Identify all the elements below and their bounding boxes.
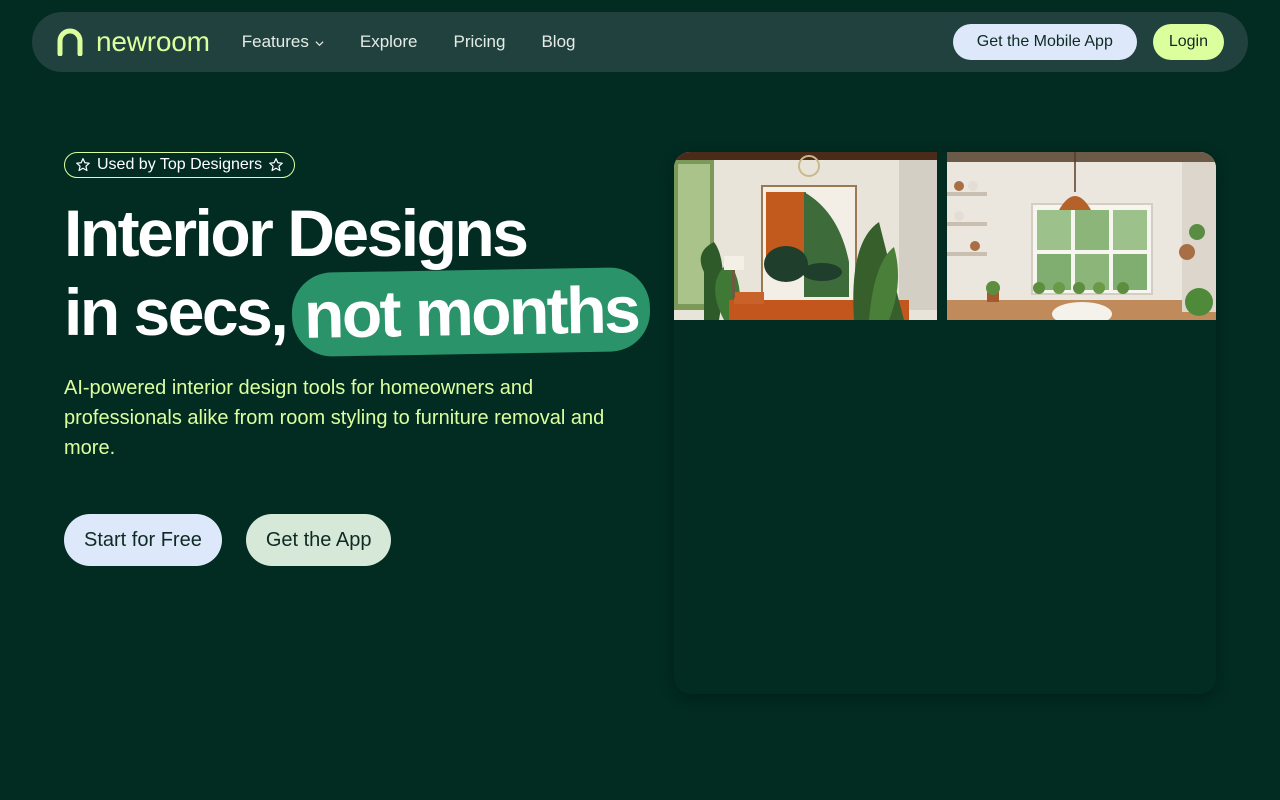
headline-line-2: in secs, not months <box>64 266 652 358</box>
nav-actions: Get the Mobile App Login <box>952 24 1224 60</box>
headline-highlight: not months <box>291 266 652 358</box>
badge-label: Used by Top Designers <box>97 156 263 173</box>
nav-item-explore[interactable]: Explore <box>360 32 418 52</box>
headline-line-1: Interior Designs <box>64 196 529 270</box>
top-designers-badge: Used by Top Designers <box>64 152 296 178</box>
hero-headline: Interior Designs in secs, not months <box>64 196 652 358</box>
star-outline-icon <box>76 158 90 172</box>
nav-item-label: Blog <box>541 32 576 51</box>
design-showcase <box>674 152 1216 694</box>
start-for-free-button[interactable]: Start for Free <box>64 514 222 566</box>
get-the-app-button[interactable]: Get the App <box>245 514 392 566</box>
star-outline-icon <box>269 158 283 172</box>
landing-page: newroom Features Explore Pricing Blog Ge… <box>0 0 1280 800</box>
login-button[interactable]: Login <box>1152 24 1224 60</box>
kitchen-image <box>947 152 1216 320</box>
nav-item-blog[interactable]: Blog <box>541 32 575 52</box>
hero-subtext: AI-powered interior design tools for hom… <box>64 377 605 459</box>
brand-name: newroom <box>96 26 210 57</box>
chevron-down-icon <box>315 40 324 46</box>
arch-logo-icon <box>57 28 83 56</box>
nav-item-label: Pricing <box>453 32 506 51</box>
nav-item-pricing[interactable]: Pricing <box>454 32 506 52</box>
top-navbar: newroom Features Explore Pricing Blog Ge… <box>32 12 1248 72</box>
hero-cta-row: Start for Free Get the App <box>64 514 392 566</box>
nav-item-features[interactable]: Features <box>242 32 324 52</box>
living-room-image <box>674 152 937 320</box>
headline-line-2-text: in secs, <box>64 275 289 349</box>
get-mobile-app-button[interactable]: Get the Mobile App <box>952 24 1137 60</box>
nav-item-label: Features <box>241 32 309 51</box>
brand-logo-link[interactable]: newroom <box>56 26 210 58</box>
nav-item-label: Explore <box>359 32 418 51</box>
nav-links: Features Explore Pricing Blog <box>242 32 612 52</box>
